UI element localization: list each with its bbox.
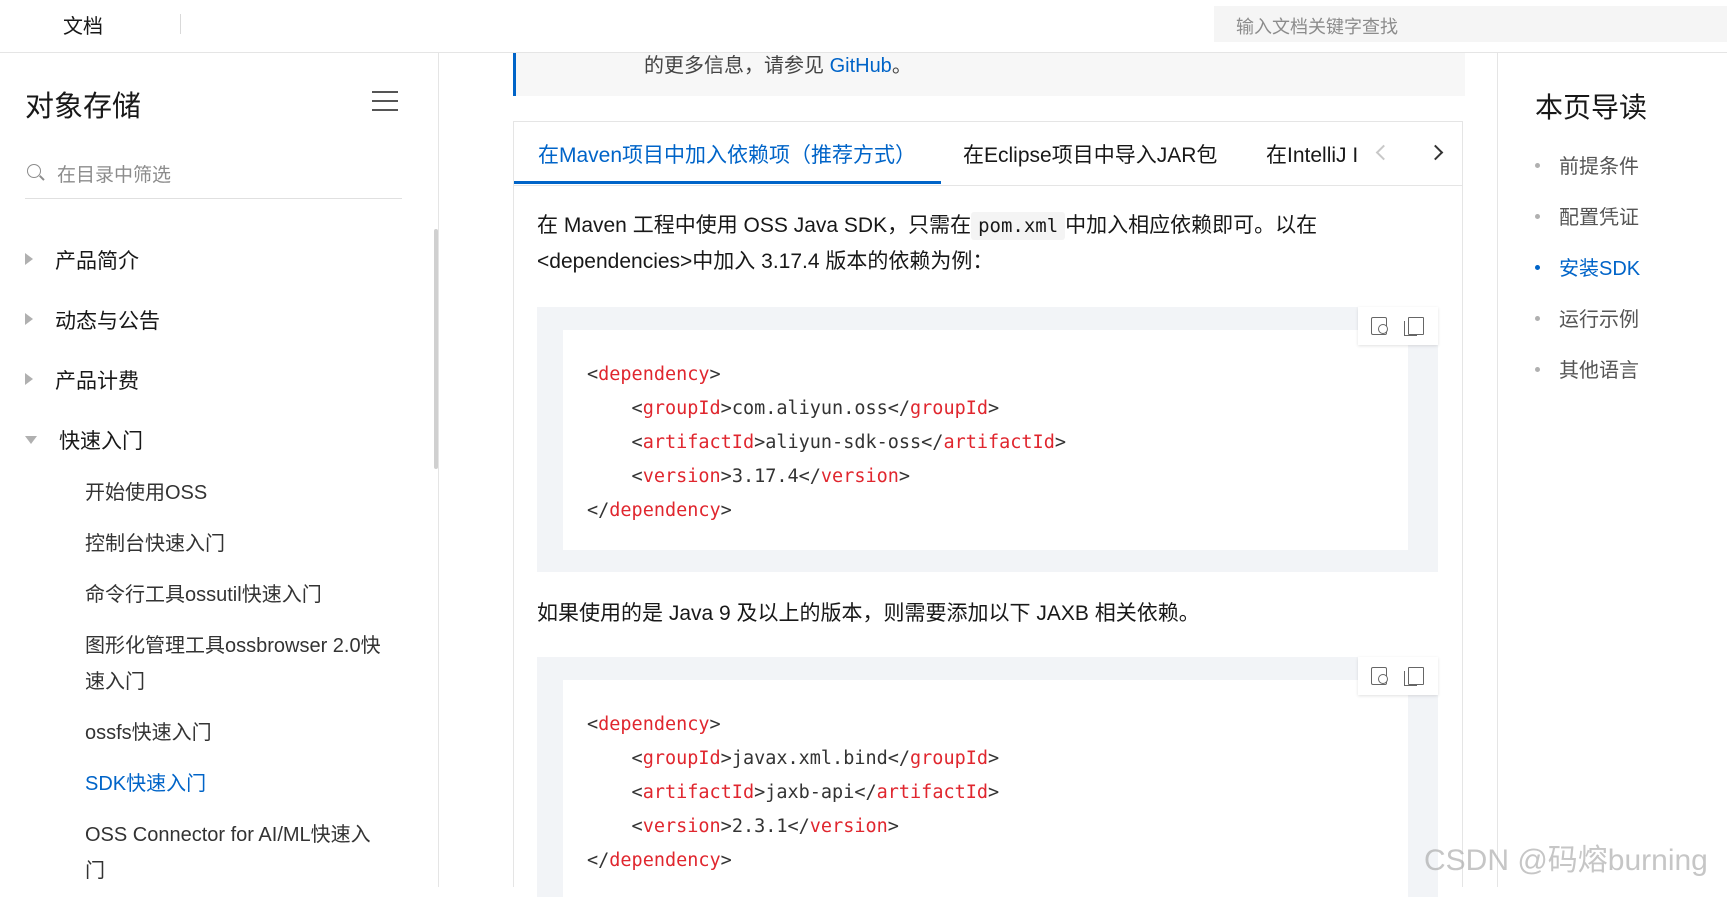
sidebar-subitem-ossbrowser[interactable]: 图形化管理工具ossbrowser 2.0快速入门: [85, 628, 385, 700]
docs-title[interactable]: 文档: [63, 10, 103, 39]
code-tag: version: [820, 466, 899, 487]
caret-down-icon: [25, 436, 37, 444]
bullet-icon: [1535, 163, 1540, 168]
sidebar: 对象存储 在目录中筛选 产品简介 动态与公告 产品计费 快速入门 开始使用OSS…: [0, 53, 439, 887]
sidebar-subitem-ossutil[interactable]: 命令行工具ossutil快速入门: [85, 577, 385, 613]
bullet-icon: [1535, 265, 1540, 270]
sidebar-subitem-connector[interactable]: OSS Connector for AI/ML快速入门: [85, 817, 385, 889]
code-value: com.aliyun.oss: [731, 398, 888, 419]
code-tag: version: [642, 816, 721, 837]
menu-icon[interactable]: [372, 91, 398, 115]
toc-item-other-languages[interactable]: 其他语言: [1535, 354, 1639, 383]
sidebar-item-billing[interactable]: 产品计费: [25, 365, 139, 395]
open-in-editor-icon[interactable]: [1371, 667, 1388, 685]
sidebar-item-label: 产品计费: [55, 370, 139, 393]
header-divider: [180, 14, 181, 34]
active-tab-indicator: [514, 181, 941, 184]
github-link[interactable]: GitHub: [830, 55, 892, 77]
search-input[interactable]: 输入文档关键字查找: [1214, 6, 1727, 42]
code-value: 2.3.1: [731, 816, 788, 837]
sidebar-item-label: 快速入门: [59, 430, 143, 453]
toc-item-run-example[interactable]: 运行示例: [1535, 303, 1639, 332]
code-value: javax.xml.bind: [731, 748, 888, 769]
code-value: 3.17.4: [731, 466, 799, 487]
toc-divider: [1497, 53, 1498, 887]
toc-title: 本页导读: [1535, 92, 1648, 123]
code-tag: dependency: [598, 364, 710, 385]
code-tag: dependency: [609, 850, 721, 871]
sidebar-subitem-sdk[interactable]: SDK快速入门: [85, 766, 385, 802]
sidebar-title: 对象存储: [25, 91, 142, 123]
copy-icon[interactable]: [1404, 317, 1424, 336]
code-tag: version: [642, 466, 721, 487]
watermark: CSDN @码熔burning: [1424, 844, 1708, 877]
search-placeholder: 输入文档关键字查找: [1236, 17, 1398, 37]
tab-maven[interactable]: 在Maven项目中加入依赖项（推荐方式）: [538, 139, 916, 169]
code-tag: dependency: [609, 500, 721, 521]
code-tag: groupId: [642, 748, 721, 769]
toc-item-label: 前提条件: [1559, 156, 1639, 178]
code-tag: groupId: [910, 398, 988, 419]
tab-scroll-right-icon[interactable]: [1424, 139, 1452, 167]
intro-paragraph: 在 Maven 工程中使用 OSS Java SDK，只需在 pom.xml 中加入…: [537, 208, 1417, 280]
copy-icon[interactable]: [1404, 667, 1424, 686]
inline-code: pom.xml: [971, 212, 1066, 240]
info-note: 的更多信息，请参见 GitHub。: [513, 53, 1465, 96]
para-text: 在 Maven 工程中使用 OSS Java SDK，只需在: [537, 214, 972, 237]
code-tag: artifactId: [876, 782, 989, 803]
toc-item-label: 配置凭证: [1559, 207, 1639, 229]
code-area[interactable]: <dependency> <groupId>com.aliyun.oss</gr…: [563, 330, 1408, 550]
toc-item-credentials[interactable]: 配置凭证: [1535, 201, 1639, 230]
code-tag: artifactId: [642, 432, 755, 453]
bullet-icon: [1535, 367, 1540, 372]
para-text: <dependencies>中加入 3.17.4 版本的依赖为例：: [537, 250, 994, 273]
caret-right-icon: [25, 313, 33, 325]
tab-eclipse[interactable]: 在Eclipse项目中导入JAR包: [963, 139, 1217, 169]
code-tag: artifactId: [642, 782, 755, 803]
code-tag: version: [809, 816, 888, 837]
sidebar-item-quickstart[interactable]: 快速入门: [25, 425, 143, 455]
note-text: 的更多信息，请参见 GitHub。: [644, 49, 912, 78]
filter-placeholder: 在目录中筛选: [57, 165, 172, 186]
code-value: aliyun-sdk-oss: [765, 432, 922, 453]
caret-right-icon: [25, 373, 33, 385]
sidebar-subitem-get-started[interactable]: 开始使用OSS: [85, 475, 385, 511]
code-tag: groupId: [642, 398, 721, 419]
tab-intellij[interactable]: 在IntelliJ I: [1266, 139, 1358, 169]
note-text-body: 的更多信息，请参见: [644, 55, 830, 77]
sidebar-item-label: 产品简介: [55, 250, 139, 273]
code-area[interactable]: <dependency> <groupId>javax.xml.bind</gr…: [563, 680, 1408, 910]
code-block: <dependency> <groupId>javax.xml.bind</gr…: [537, 657, 1438, 910]
toc-item-prerequisites[interactable]: 前提条件: [1535, 150, 1639, 179]
install-tabs: 在Maven项目中加入依赖项（推荐方式） 在Eclipse项目中导入JAR包 在…: [513, 121, 1463, 186]
open-in-editor-icon[interactable]: [1371, 317, 1388, 335]
caret-right-icon: [25, 253, 33, 265]
toc-item-label: 运行示例: [1559, 309, 1639, 331]
sidebar-item-product-intro[interactable]: 产品简介: [25, 245, 139, 275]
jaxb-paragraph: 如果使用的是 Java 9 及以上的版本，则需要添加以下 JAXB 相关依赖。: [537, 602, 1200, 625]
code-value: jaxb-api: [765, 782, 855, 803]
tab-scroll-left-icon[interactable]: [1366, 139, 1394, 167]
sidebar-filter-input[interactable]: 在目录中筛选: [25, 150, 402, 199]
code-toolbar: [1358, 307, 1438, 345]
bullet-icon: [1535, 214, 1540, 219]
sidebar-item-label: 动态与公告: [55, 310, 160, 333]
sidebar-subitem-console[interactable]: 控制台快速入门: [85, 526, 385, 562]
top-bar: 文档 输入文档关键字查找: [0, 0, 1727, 53]
sidebar-item-news[interactable]: 动态与公告: [25, 305, 160, 335]
note-suffix: 。: [891, 55, 912, 77]
toc-item-install-sdk[interactable]: 安装SDK: [1535, 252, 1640, 281]
toc-item-label: 其他语言: [1559, 360, 1639, 382]
sidebar-subitem-ossfs[interactable]: ossfs快速入门: [85, 715, 385, 751]
para-text: 中加入相应依赖即可。以在: [1065, 214, 1318, 237]
bullet-icon: [1535, 316, 1540, 321]
sidebar-scrollbar[interactable]: [434, 229, 438, 469]
code-block: <dependency> <groupId>com.aliyun.oss</gr…: [537, 307, 1438, 572]
code-tag: dependency: [598, 714, 710, 735]
code-tag: artifactId: [943, 432, 1055, 453]
search-icon: [27, 164, 41, 178]
code-toolbar: [1358, 657, 1438, 695]
code-tag: groupId: [910, 748, 988, 769]
toc-item-label: 安装SDK: [1559, 258, 1641, 280]
